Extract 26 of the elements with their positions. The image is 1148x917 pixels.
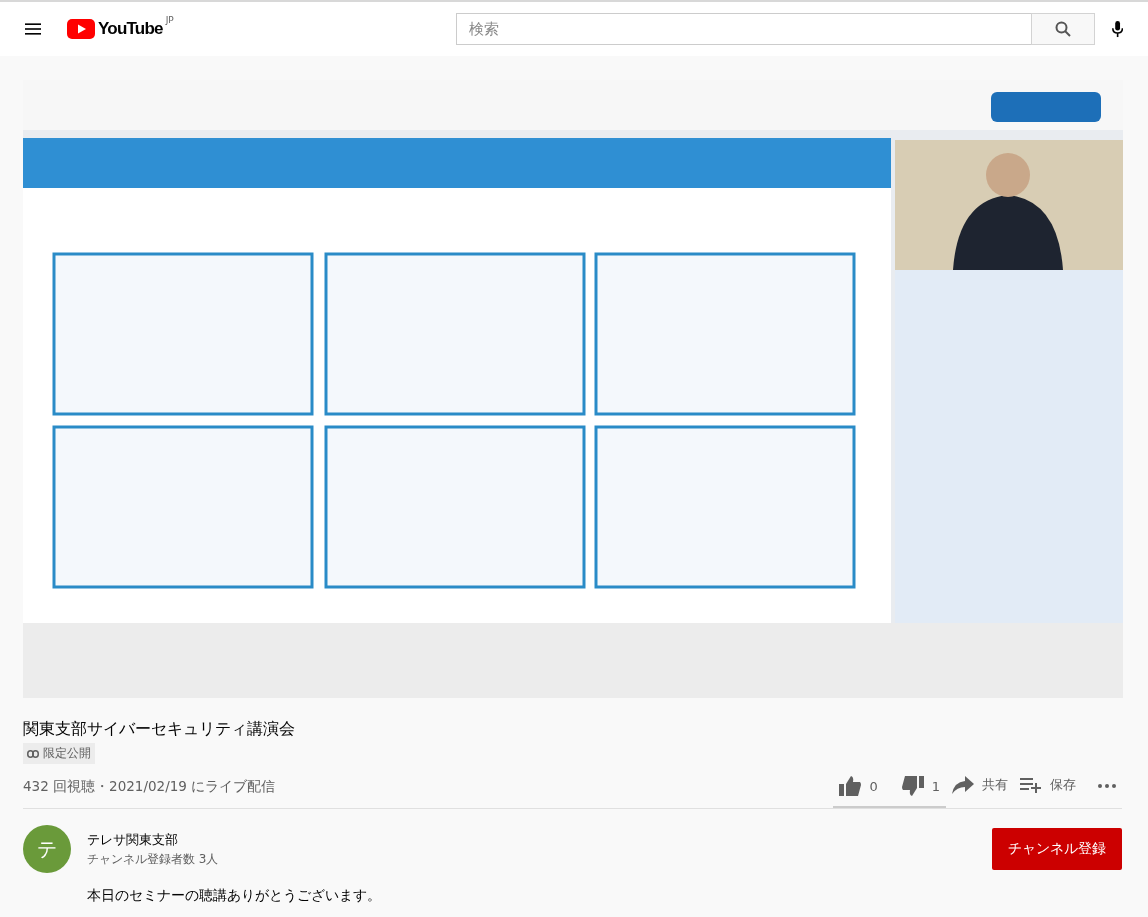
more-dots-icon bbox=[1098, 784, 1116, 788]
menu-icon[interactable] bbox=[25, 22, 42, 36]
thumbs-down-icon bbox=[901, 776, 924, 796]
search-button[interactable] bbox=[1030, 13, 1095, 45]
subscriber-count: チャンネル登録者数 3人 bbox=[87, 850, 219, 868]
share-arrow-icon bbox=[952, 776, 974, 794]
region-label: JP bbox=[165, 15, 174, 25]
microphone-icon[interactable] bbox=[1111, 19, 1123, 39]
save-button[interactable]: 保存 bbox=[1014, 768, 1082, 804]
view-stats: 432 回視聴・2021/02/19 にライブ配信 bbox=[23, 778, 276, 796]
play-logo-icon bbox=[67, 19, 96, 39]
thumbs-up-icon bbox=[839, 776, 862, 796]
channel-avatar[interactable]: テ bbox=[23, 825, 71, 873]
video-description: 本日のセミナーの聴講ありがとうございます。 bbox=[87, 887, 382, 905]
share-button[interactable]: 共有 bbox=[946, 768, 1014, 804]
badge-label: 限定公開 bbox=[43, 745, 91, 762]
logo-text[interactable]: YouTube bbox=[98, 19, 163, 39]
dislike-button[interactable]: 1 bbox=[895, 768, 946, 806]
subscribe-button[interactable]: チャンネル登録 bbox=[992, 828, 1122, 870]
playlist-add-icon bbox=[1020, 777, 1042, 793]
video-title: 関東支部サイバーセキュリティ講演会 bbox=[23, 719, 296, 740]
channel-name[interactable]: テレサ関東支部 bbox=[87, 830, 219, 849]
link-icon bbox=[27, 749, 39, 758]
search-icon bbox=[1054, 21, 1071, 37]
search-field[interactable]: 検索 bbox=[455, 13, 1031, 45]
like-button[interactable]: 0 bbox=[833, 768, 884, 806]
